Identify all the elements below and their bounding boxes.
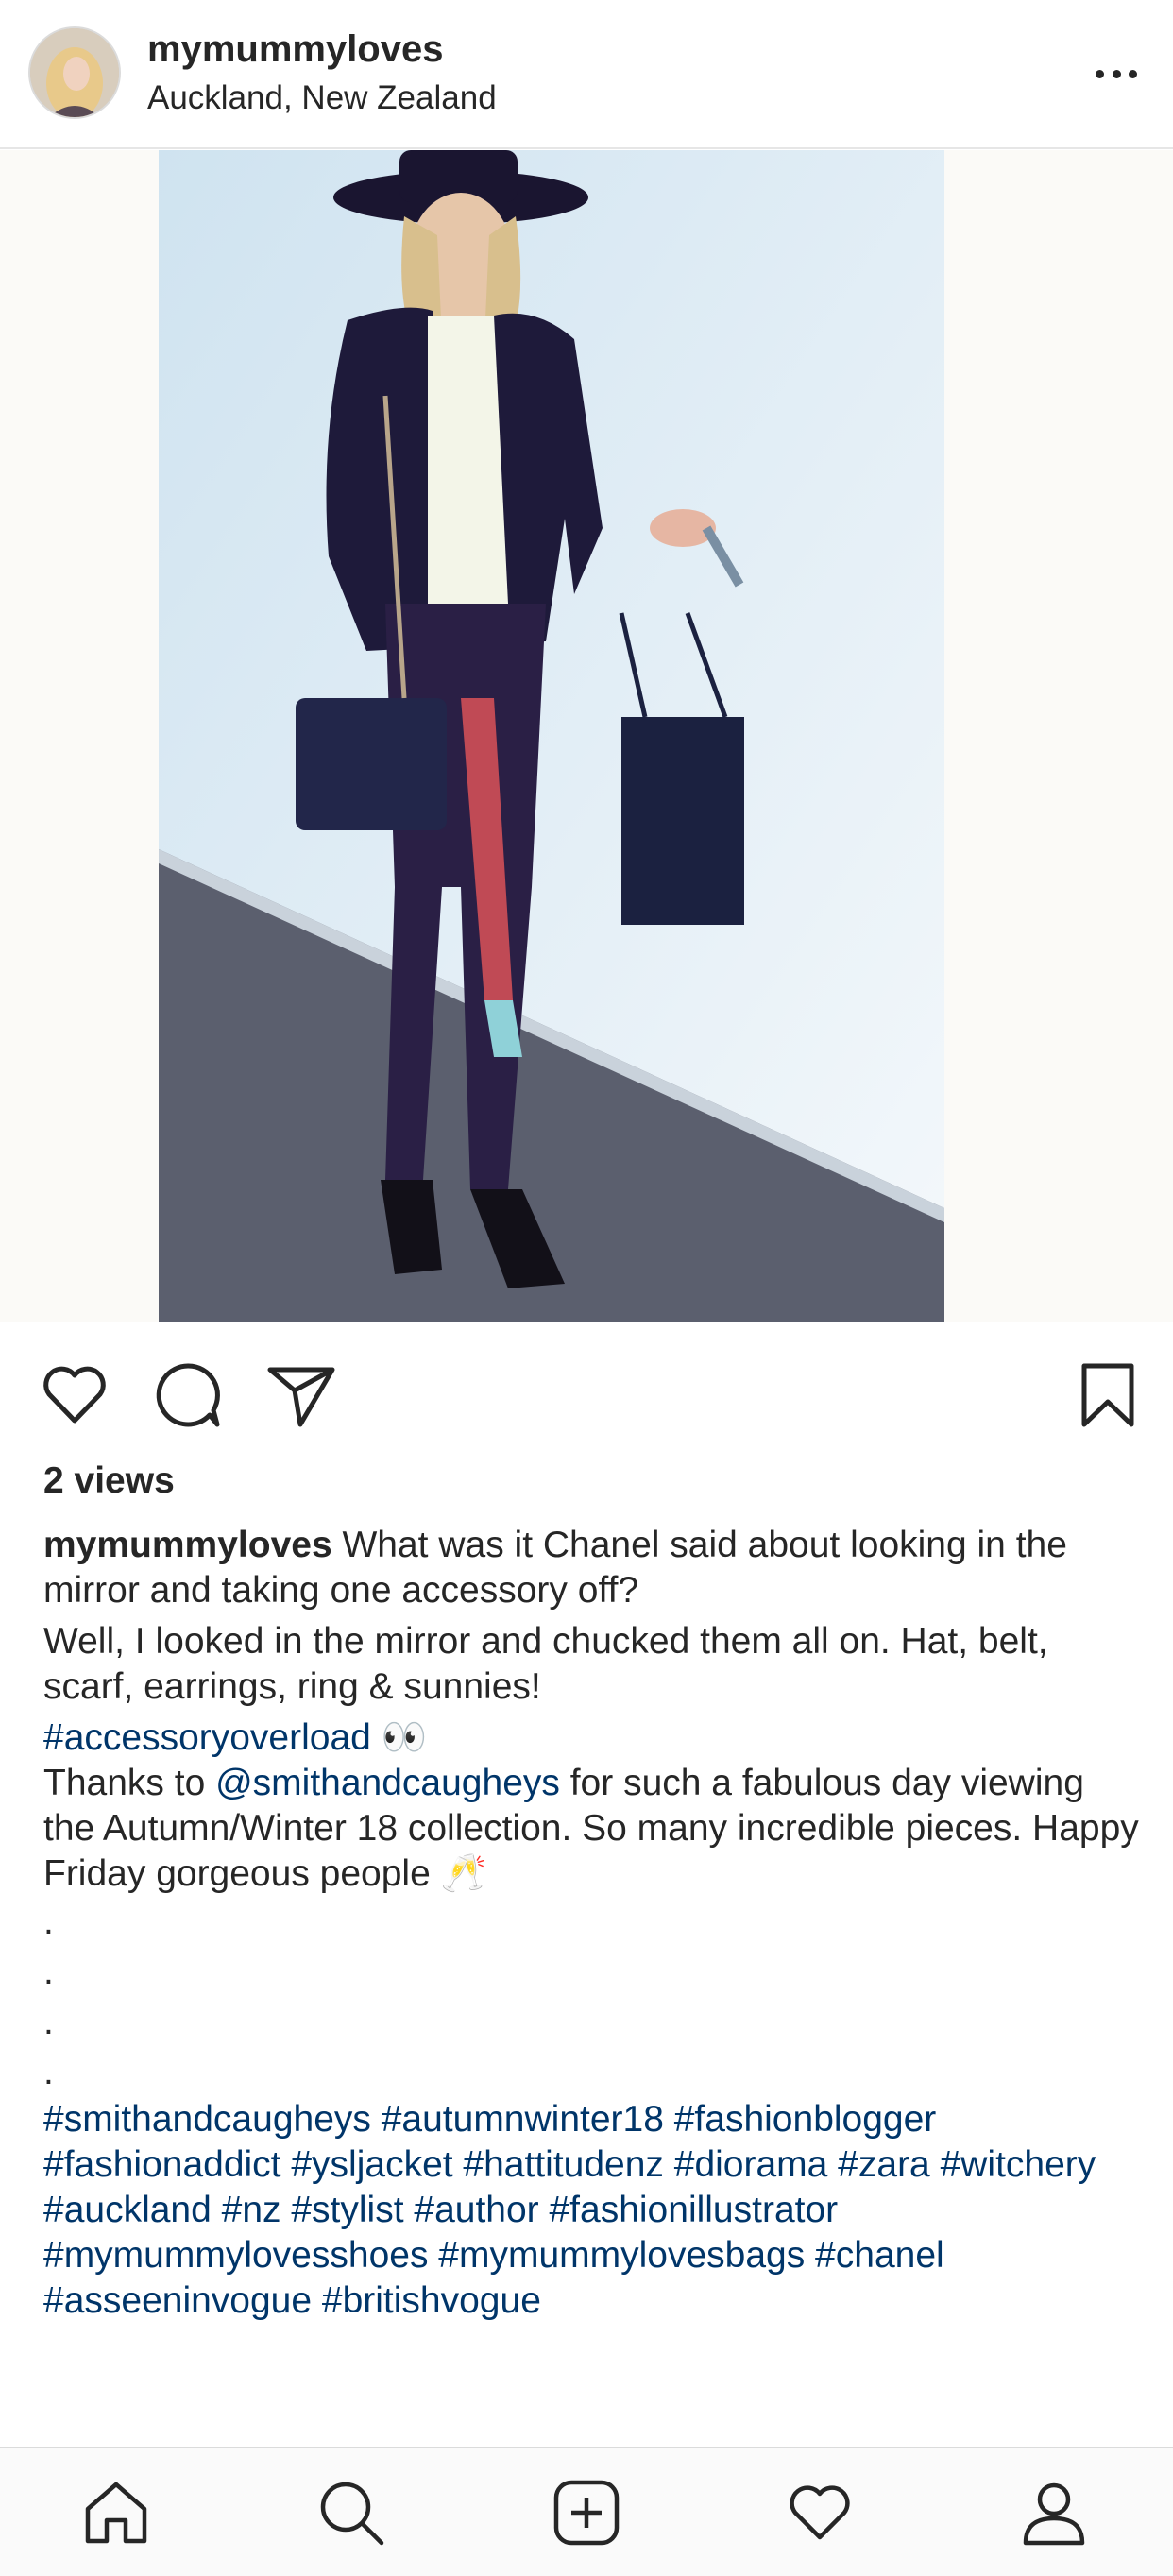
more-dot [1129, 69, 1137, 78]
caption-dot: . [43, 2052, 54, 2092]
mention-link[interactable]: @smithandcaugheys [215, 1763, 560, 1803]
view-count[interactable]: 2 views [43, 1460, 175, 1502]
post-media[interactable] [0, 150, 1173, 1322]
post-location[interactable]: Auckland, New Zealand [147, 79, 497, 117]
profile-icon[interactable] [1018, 2477, 1090, 2549]
caption-username[interactable]: mymummyloves [43, 1525, 332, 1565]
more-dot [1096, 69, 1104, 78]
caption-dot: . [43, 1902, 54, 1942]
post-actions [0, 1322, 1173, 1464]
heart-icon[interactable] [38, 1358, 111, 1432]
post-caption: mymummyloves What was it Chanel said abo… [43, 1523, 1139, 2324]
paper-plane-icon[interactable] [264, 1358, 338, 1432]
avatar-image [30, 28, 119, 117]
home-icon[interactable] [80, 2477, 152, 2549]
post-photo [159, 150, 944, 1322]
caption-paragraph-2: Well, I looked in the mirror and chucked… [43, 1621, 1048, 1707]
more-horizontal-icon[interactable] [1088, 55, 1145, 93]
activity-heart-icon[interactable] [784, 2477, 856, 2549]
bookmark-icon[interactable] [1071, 1358, 1145, 1432]
add-post-icon[interactable] [551, 2477, 622, 2549]
caption-dot: . [43, 1952, 54, 1992]
caption-text: Thanks to [43, 1763, 216, 1803]
caption-dot: . [43, 2002, 54, 2042]
caption-paragraph-4: Thanks to @smithandcaugheys for such a f… [43, 1761, 1139, 1897]
hashtag-list[interactable]: #smithandcaugheys #autumnwinter18 #fashi… [43, 2097, 1139, 2324]
post-header: mymummyloves Auckland, New Zealand [0, 0, 1173, 149]
post-username[interactable]: mymummyloves [147, 28, 443, 71]
photo-illustration [159, 150, 944, 1322]
comment-icon[interactable] [151, 1358, 225, 1432]
bottom-tab-bar [0, 2447, 1173, 2576]
caption-paragraph-3: #accessoryoverload 👀 [43, 1715, 1139, 1761]
caption-emoji: 👀 [370, 1717, 428, 1758]
avatar[interactable] [28, 26, 121, 119]
search-icon[interactable] [315, 2477, 387, 2549]
more-dot [1112, 69, 1121, 78]
hashtag-link[interactable]: #accessoryoverload [43, 1717, 371, 1758]
caption-paragraph-1: mymummyloves What was it Chanel said abo… [43, 1523, 1139, 1613]
